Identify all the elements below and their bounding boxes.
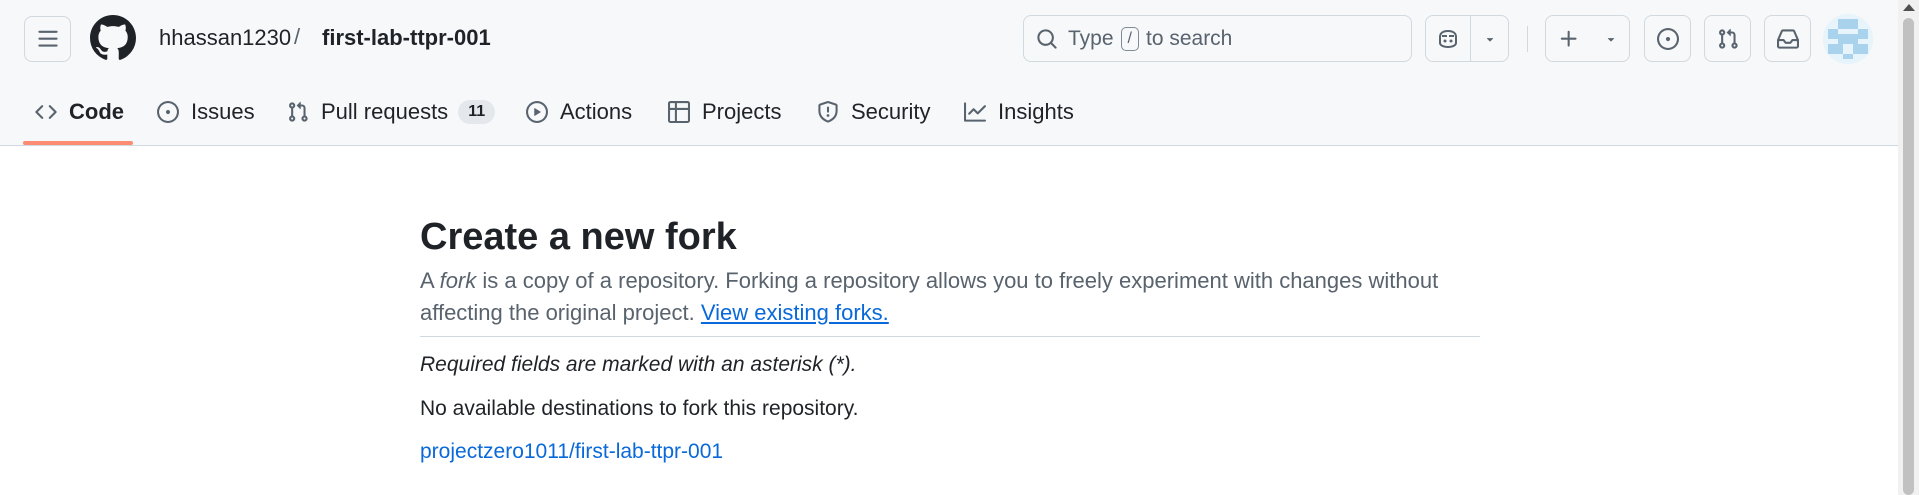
page-scrollbar[interactable] xyxy=(1898,0,1919,495)
page-title: Create a new fork xyxy=(420,216,737,258)
repo-tabs: Code Issues Pull requests 11 Actions Pro… xyxy=(0,78,1898,146)
tab-issues[interactable]: Issues xyxy=(157,78,255,146)
upstream-repo-link[interactable]: projectzero1011/first-lab-ttpr-001 xyxy=(420,440,723,464)
scrollbar-thumb[interactable] xyxy=(1903,18,1914,495)
top-bar: hhassan1230 / first-lab-ttpr-001 Type / … xyxy=(0,0,1898,78)
create-new-dropdown-button[interactable] xyxy=(1592,16,1629,61)
search-placeholder-prefix: Type xyxy=(1068,26,1114,50)
github-home-link[interactable] xyxy=(89,15,136,61)
breadcrumb-owner[interactable]: hhassan1230 xyxy=(159,25,291,51)
search-icon xyxy=(1037,28,1057,49)
play-icon xyxy=(526,101,548,123)
copilot-split-button xyxy=(1425,15,1509,62)
copilot-dropdown-button[interactable] xyxy=(1471,16,1508,61)
shield-icon xyxy=(818,101,838,123)
tab-pull-requests-label: Pull requests xyxy=(321,99,449,124)
tab-issues-label: Issues xyxy=(191,99,255,124)
plus-icon xyxy=(1560,30,1577,47)
search-placeholder-suffix: to search xyxy=(1145,26,1233,50)
notifications-inbox-button[interactable] xyxy=(1764,15,1811,62)
user-avatar[interactable] xyxy=(1823,14,1873,64)
tab-actions-label: Actions xyxy=(560,99,633,124)
your-pull-requests-button[interactable] xyxy=(1704,15,1751,62)
open-menu-button[interactable] xyxy=(24,16,71,62)
copilot-button[interactable] xyxy=(1426,16,1472,61)
graph-icon xyxy=(964,102,986,122)
issue-opened-icon xyxy=(1656,27,1679,50)
your-issues-button[interactable] xyxy=(1644,15,1691,62)
create-new-split-button xyxy=(1545,15,1630,62)
tab-code[interactable]: Code xyxy=(35,78,124,146)
triangle-down-icon xyxy=(1486,37,1493,42)
triangle-down-icon xyxy=(1607,37,1614,42)
tab-projects[interactable]: Projects xyxy=(668,78,781,146)
tab-insights[interactable]: Insights xyxy=(964,78,1074,146)
issue-opened-icon xyxy=(157,101,179,123)
tab-security[interactable]: Security xyxy=(817,78,930,146)
github-mark-icon xyxy=(89,15,136,60)
tab-code-label: Code xyxy=(69,99,124,124)
fork-description: A fork is a copy of a repository. Forkin… xyxy=(420,265,1440,329)
git-pull-request-icon xyxy=(289,101,308,122)
search-shortcut-key: / xyxy=(1120,26,1139,51)
breadcrumb-separator: / xyxy=(294,24,301,49)
tab-insights-label: Insights xyxy=(998,99,1074,124)
tab-security-label: Security xyxy=(851,99,931,124)
scroll-up-arrow-icon[interactable] xyxy=(1903,4,1915,11)
app-header: hhassan1230 / first-lab-ttpr-001 Type / … xyxy=(0,0,1898,146)
code-icon xyxy=(35,105,57,119)
pull-requests-counter: 11 xyxy=(458,100,496,124)
desc-part-b: is a copy of a repository. Forking a rep… xyxy=(420,268,1439,325)
tab-projects-label: Projects xyxy=(702,99,782,124)
copilot-icon xyxy=(1439,29,1458,48)
selected-tab-indicator xyxy=(23,141,133,145)
section-divider xyxy=(420,336,1480,337)
table-icon xyxy=(668,101,690,123)
breadcrumb-repo[interactable]: first-lab-ttpr-001 xyxy=(322,25,491,51)
desc-fork-term: fork xyxy=(439,268,477,293)
required-fields-note: Required fields are marked with an aster… xyxy=(420,353,857,376)
create-new-button[interactable] xyxy=(1546,16,1592,61)
desc-part-a: A xyxy=(420,268,440,293)
git-pull-request-icon xyxy=(1718,28,1738,49)
no-destinations-message: No available destinations to fork this r… xyxy=(420,397,859,420)
inbox-icon xyxy=(1776,28,1799,49)
tab-pull-requests[interactable]: Pull requests 11 xyxy=(287,78,496,146)
three-bars-icon xyxy=(37,30,58,47)
view-existing-forks-link[interactable]: View existing forks. xyxy=(701,300,889,325)
identicon-avatar-icon xyxy=(1823,14,1873,64)
search-input[interactable]: Type / to search xyxy=(1023,15,1412,62)
tab-actions[interactable]: Actions xyxy=(526,78,632,146)
header-divider xyxy=(1527,26,1528,52)
